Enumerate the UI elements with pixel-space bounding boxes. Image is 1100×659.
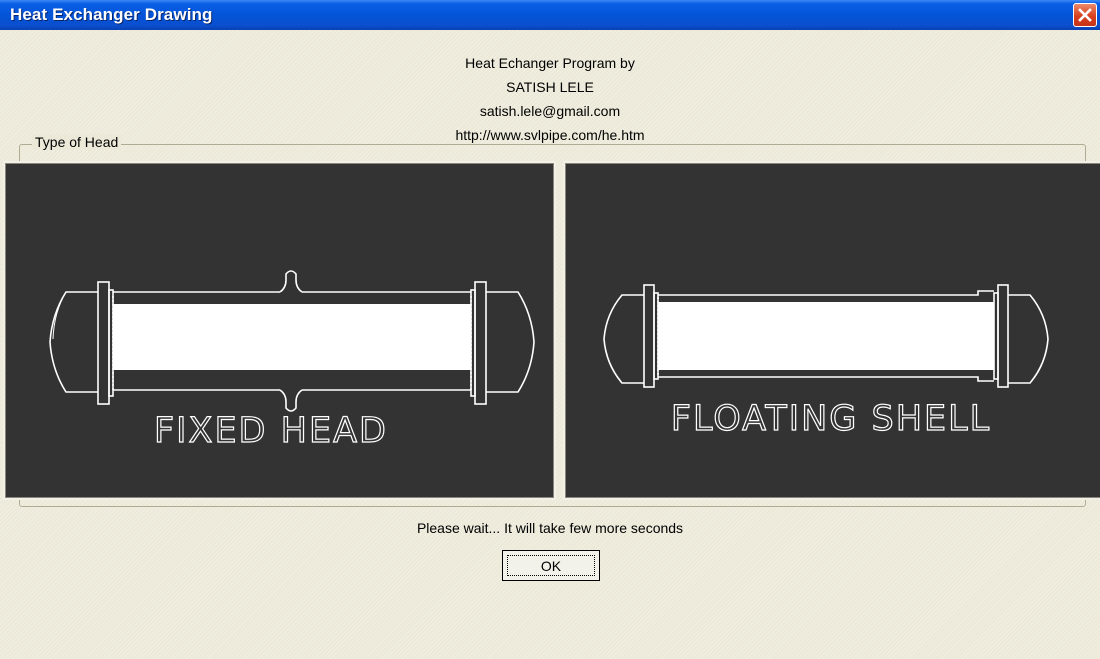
- fixed-head-label: FIXED HEAD: [154, 411, 388, 451]
- floating-shell-option[interactable]: FLOATING SHELL: [563, 161, 1100, 500]
- fixed-head-exchanger-drawing: FIXED HEAD: [49, 270, 535, 452]
- header-line-author: SATISH LELE: [506, 79, 594, 95]
- header-line-program: Heat Echanger Program by: [465, 55, 635, 71]
- floating-shell-label: FLOATING SHELL: [671, 399, 991, 439]
- title-bar[interactable]: Heat Exchanger Drawing: [0, 0, 1100, 30]
- close-icon: [1078, 8, 1092, 22]
- header-line-url: http://www.svlpipe.com/he.htm: [455, 127, 645, 143]
- ok-button[interactable]: OK: [502, 550, 600, 581]
- fixed-head-option[interactable]: FIXED HEAD: [3, 161, 556, 500]
- header-line-email: satish.lele@gmail.com: [479, 103, 621, 119]
- floating-shell-exchanger-drawing: FLOATING SHELL: [603, 284, 1049, 440]
- window-title: Heat Exchanger Drawing: [10, 5, 213, 24]
- status-message: Please wait... It will take few more sec…: [416, 520, 684, 536]
- groupbox-label: Type of Head: [32, 134, 122, 150]
- close-button[interactable]: [1073, 3, 1097, 27]
- ok-button-label: OK: [507, 555, 595, 576]
